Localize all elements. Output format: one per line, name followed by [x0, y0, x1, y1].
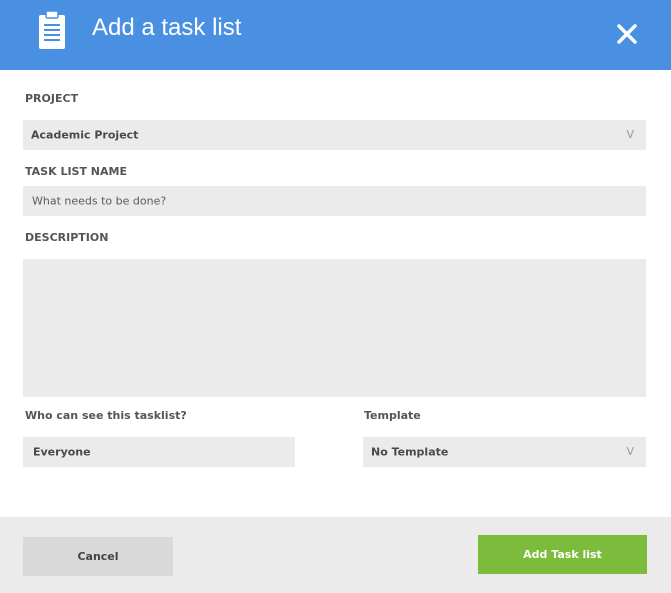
task-list-name-placeholder: What needs to be done? [32, 194, 167, 208]
add-task-list-button[interactable]: Add Task list [478, 535, 647, 574]
visibility-select-value: Everyone [33, 445, 91, 459]
clipboard-icon [39, 10, 65, 49]
task-list-name-input[interactable]: What needs to be done? [23, 186, 646, 216]
chevron-down-icon: V [626, 444, 634, 458]
dialog-title: Add a task list [92, 14, 242, 41]
visibility-select[interactable]: Everyone [23, 437, 295, 467]
template-select-value: No Template [371, 445, 449, 459]
close-icon[interactable] [615, 22, 639, 46]
project-label: PROJECT [25, 92, 79, 105]
cancel-button[interactable]: Cancel [23, 537, 173, 576]
project-select[interactable]: Academic Project V [23, 120, 646, 150]
template-select[interactable]: No Template V [363, 437, 646, 467]
add-task-list-dialog: Add a task list PROJECT Academic Project… [0, 0, 671, 593]
task-list-name-label: TASK LIST NAME [25, 165, 127, 178]
description-label: DESCRIPTION [25, 231, 109, 244]
template-label: Template [364, 409, 421, 422]
description-textarea[interactable] [23, 259, 646, 397]
project-select-value: Academic Project [31, 128, 139, 142]
chevron-down-icon: V [626, 127, 634, 141]
dialog-header: Add a task list [0, 0, 671, 70]
dialog-footer: Cancel Add Task list [0, 517, 671, 593]
visibility-label: Who can see this tasklist? [25, 409, 187, 422]
